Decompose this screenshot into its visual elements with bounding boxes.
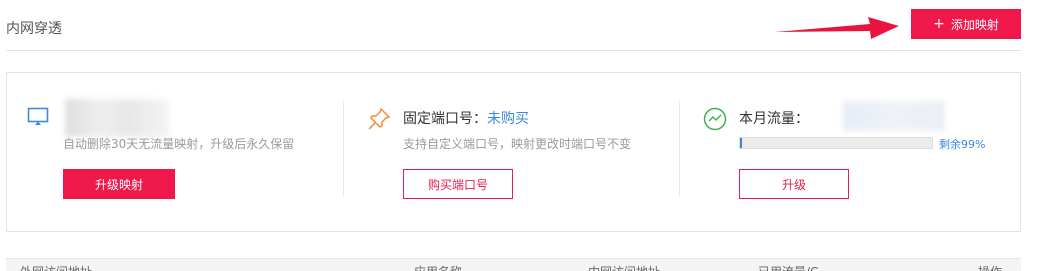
upgrade-mapping-button[interactable]: 升级映射 (63, 169, 175, 199)
header-divider (6, 50, 1021, 51)
traffic-title: 本月流量： (739, 111, 809, 127)
column-header-actions: 操作 (978, 263, 1002, 271)
column-divider (343, 101, 344, 197)
mapping-table-header: 外网访问地址 应用名称 内网访问地址 已用流量/G 操作 (6, 258, 1021, 271)
traffic-chart-icon (703, 107, 727, 135)
column-divider (679, 101, 680, 197)
column-header-traffic-used: 已用流量/G (758, 263, 819, 271)
fixed-port-status: 未购买 (487, 111, 529, 127)
page-title: 内网穿透 (6, 21, 62, 37)
column-header-external-address: 外网访问地址 (20, 263, 92, 271)
username-redacted (65, 99, 169, 137)
plus-icon: + (933, 16, 945, 32)
monthly-traffic-card: 本月流量： 剩余99% 升级 (683, 73, 1019, 233)
nat-tunnel-page: 内网穿透 + 添加映射 自动删除30天无流量映射，升级后永久保留 升级映射 固定… (0, 0, 1049, 271)
fixed-port-label: 固定端口号： (403, 111, 487, 127)
fixed-port-title: 固定端口号：未购买 (403, 108, 529, 128)
account-summary-panel: 自动删除30天无流量映射，升级后永久保留 升级映射 固定端口号：未购买 支持自定… (6, 72, 1021, 232)
column-header-app-name: 应用名称 (414, 263, 462, 271)
traffic-progress-fill (740, 138, 742, 148)
add-mapping-label: 添加映射 (950, 17, 999, 32)
upgrade-card: 自动删除30天无流量映射，升级后永久保留 升级映射 (7, 73, 343, 233)
column-header-internal-address: 内网访问地址 (588, 263, 660, 271)
buy-port-button[interactable]: 购买端口号 (403, 169, 513, 199)
traffic-progress-bar (739, 137, 933, 149)
add-mapping-button[interactable]: + 添加映射 (911, 9, 1021, 39)
monitor-icon (27, 107, 49, 131)
traffic-value-redacted (843, 101, 945, 131)
fixed-port-description: 支持自定义端口号，映射更改时端口号不变 (403, 137, 632, 151)
pin-icon (367, 107, 391, 135)
upgrade-description: 自动删除30天无流量映射，升级后永久保留 (63, 137, 295, 151)
traffic-remaining-text: 剩余99% (939, 138, 986, 151)
upgrade-traffic-button[interactable]: 升级 (739, 169, 849, 199)
fixed-port-card: 固定端口号：未购买 支持自定义端口号，映射更改时端口号不变 购买端口号 (347, 73, 679, 233)
pointer-arrow-icon (775, 17, 899, 39)
